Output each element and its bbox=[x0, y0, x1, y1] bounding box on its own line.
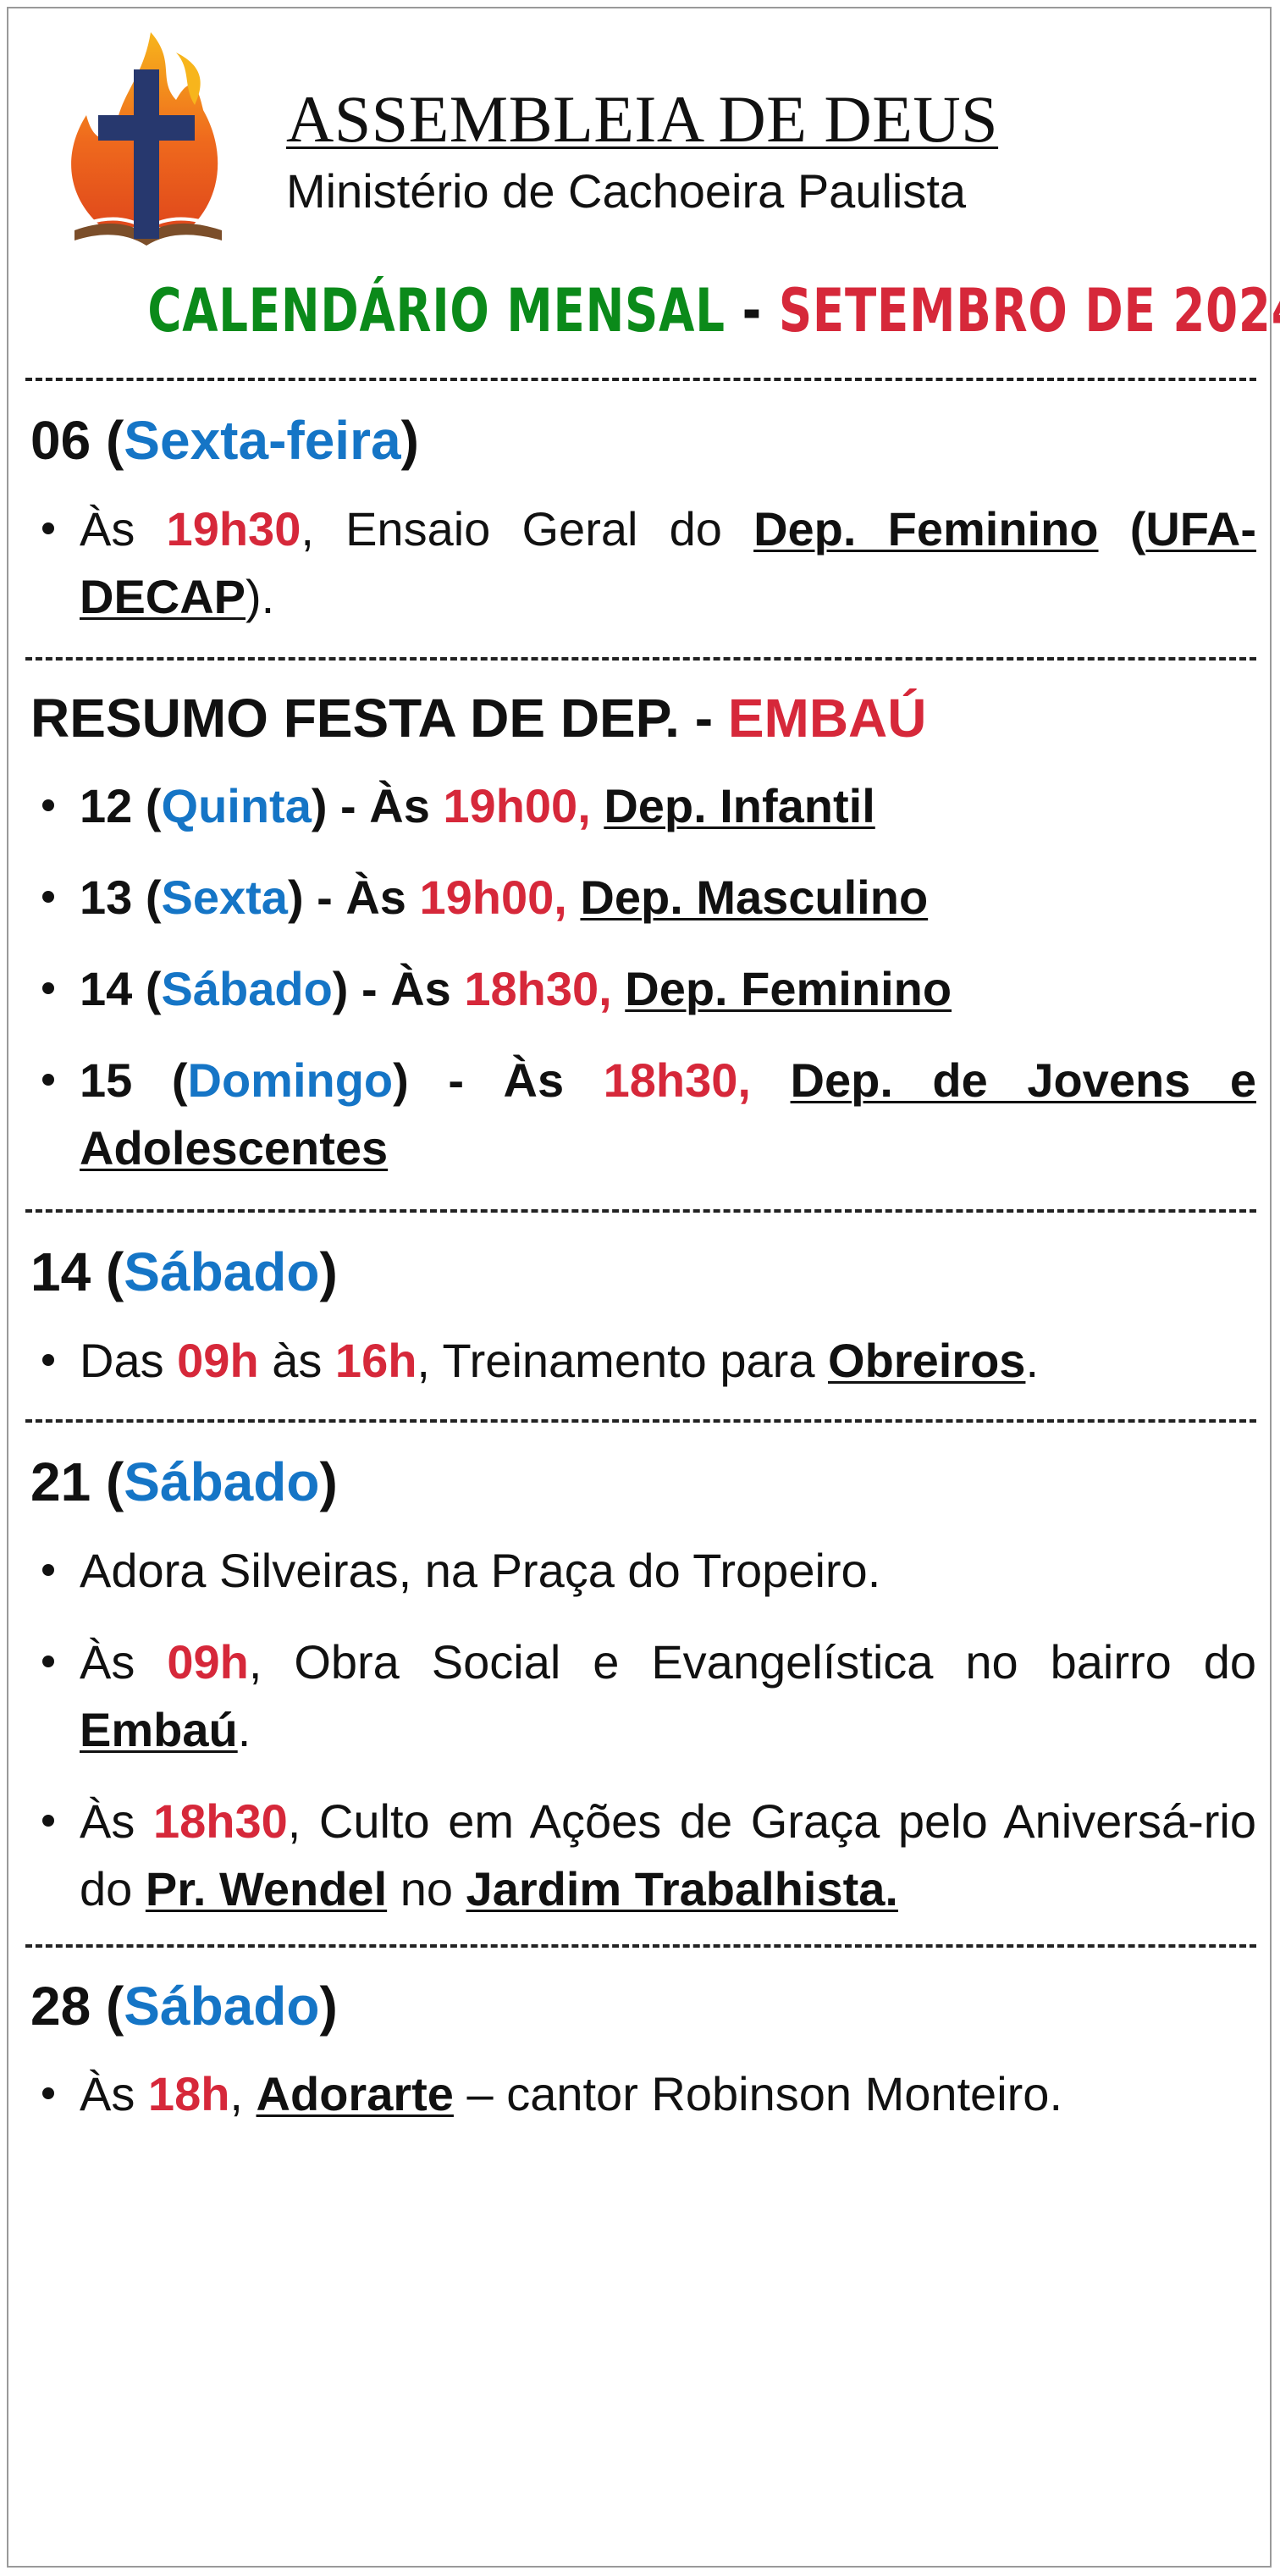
event-item: Às 18h, Adorarte – cantor Robinson Monte… bbox=[42, 2060, 1256, 2128]
calendar-title-dash: - bbox=[742, 276, 763, 345]
festa-item: 13 (Sexta) - Às 19h00, Dep. Masculino bbox=[42, 864, 1256, 931]
calendar-title: CALENDÁRIO MENSAL - SETEMBRO DE 2024 bbox=[147, 281, 1280, 340]
section-heading-resumo: RESUMO FESTA DE DEP. - EMBAÚ bbox=[30, 688, 927, 749]
calendar-title-left: CALENDÁRIO MENSAL bbox=[147, 276, 726, 345]
church-name: ASSEMBLEIA DE DEUS bbox=[286, 82, 999, 156]
church-logo-icon bbox=[71, 32, 222, 246]
section-heading-28: 28 (Sábado) bbox=[30, 1976, 338, 2037]
section-heading-21: 21 (Sábado) bbox=[30, 1451, 338, 1512]
section-divider bbox=[25, 1944, 1256, 1948]
ministry-name: Ministério de Cachoeira Paulista bbox=[286, 164, 967, 218]
section-divider bbox=[25, 1419, 1256, 1423]
calendar-card: ASSEMBLEIA DE DEUS Ministério de Cachoei… bbox=[7, 7, 1280, 2568]
festa-item: 12 (Quinta) - Às 19h00, Dep. Infantil bbox=[42, 772, 1256, 840]
event-item: Às 19h30, Ensaio Geral do Dep. Feminino … bbox=[42, 495, 1256, 631]
event-item: Adora Silveiras, na Praça do Tropeiro. bbox=[42, 1537, 1256, 1605]
event-item: Às 18h30, Culto em Ações de Graça pelo A… bbox=[42, 1788, 1256, 1923]
section-divider bbox=[25, 1209, 1256, 1213]
event-item: Das 09h às 16h, Treinamento para Obreiro… bbox=[42, 1327, 1256, 1395]
calendar-title-month: SETEMBRO DE 2024 bbox=[778, 276, 1280, 345]
section-heading-14: 14 (Sábado) bbox=[30, 1241, 338, 1302]
festa-item: 15 (Domingo) - Às 18h30, Dep. de Jovens … bbox=[42, 1047, 1256, 1182]
section-heading-06: 06 (Sexta-feira) bbox=[30, 410, 419, 471]
section-divider bbox=[25, 378, 1256, 381]
section-divider bbox=[25, 657, 1256, 661]
festa-item: 14 (Sábado) - Às 18h30, Dep. Feminino bbox=[42, 955, 1256, 1023]
event-item: Às 09h, Obra Social e Evangelística no b… bbox=[42, 1628, 1256, 1764]
